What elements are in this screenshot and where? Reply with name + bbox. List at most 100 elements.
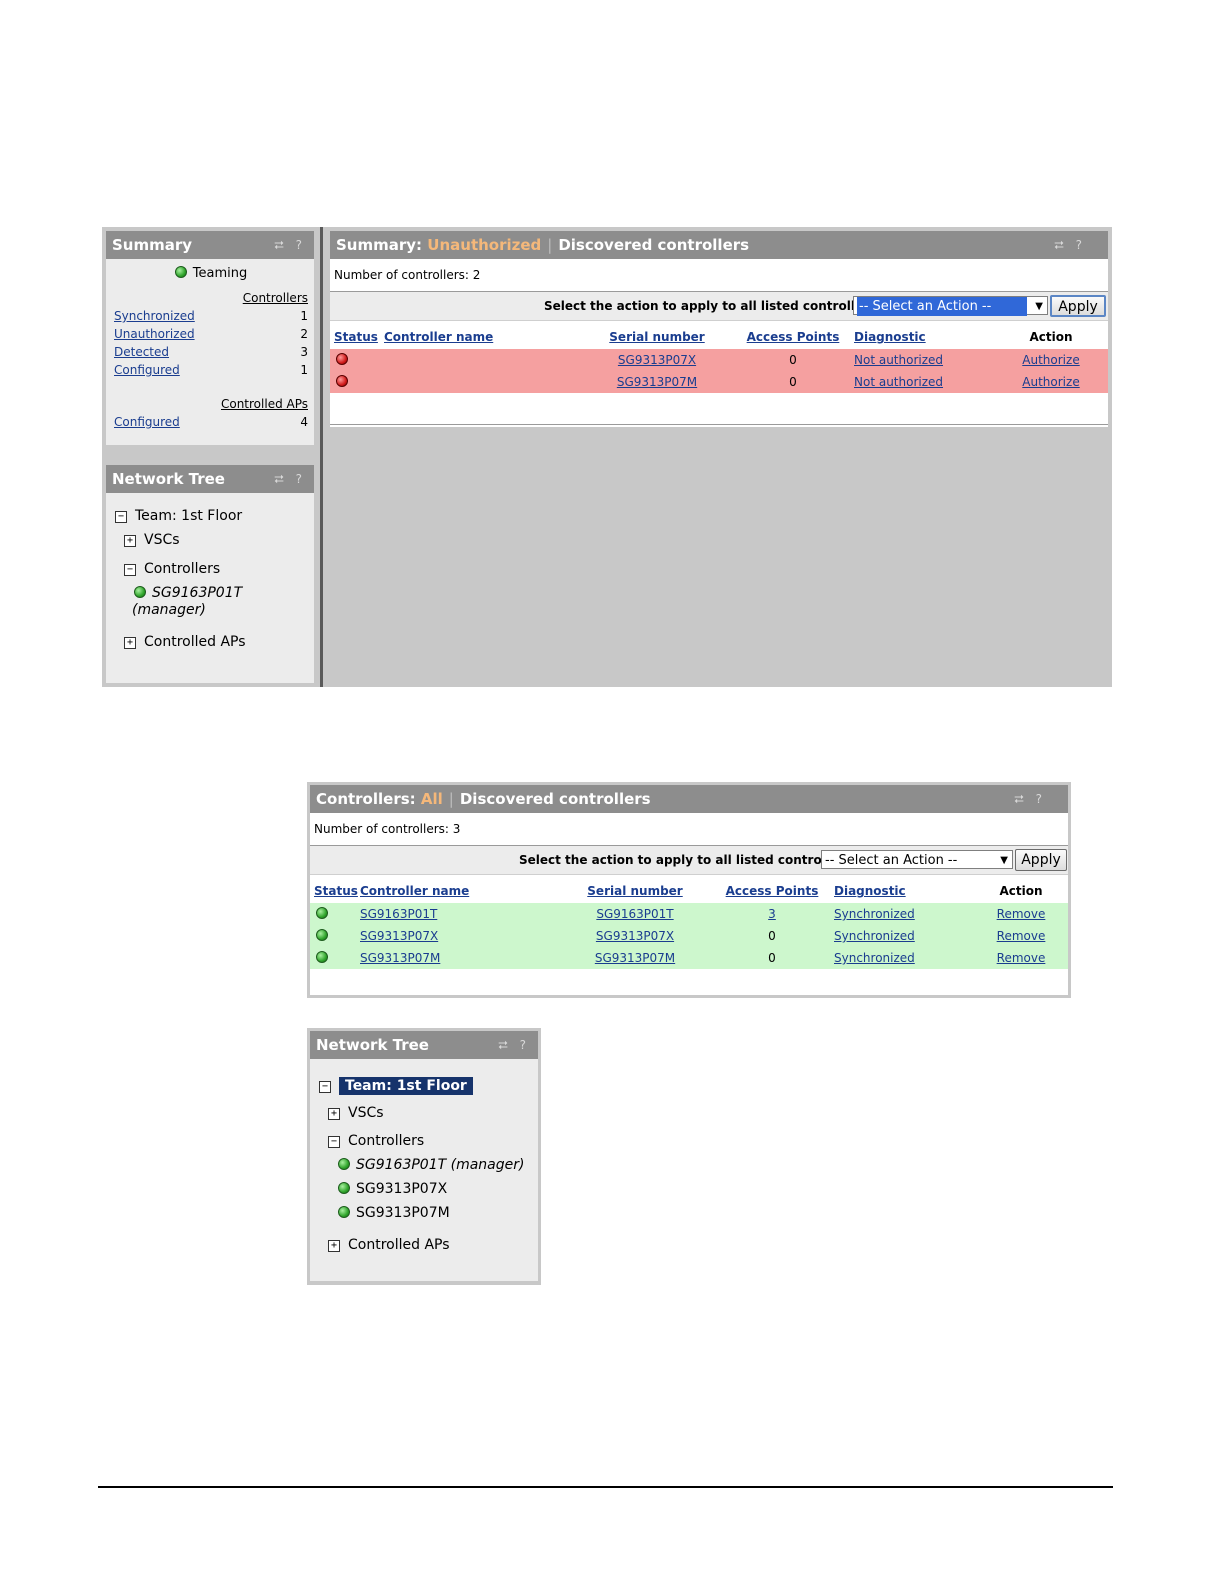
expand-icon[interactable]: +: [328, 1108, 340, 1120]
column-header-serial-number[interactable]: Serial number: [582, 325, 732, 349]
summary-count: 3: [300, 345, 308, 359]
table-row: SG9313P07M 0 Not authorized Authorize: [330, 371, 1108, 393]
tree-node-controller[interactable]: SG9313P07M: [338, 1205, 450, 1221]
column-header-controller-name[interactable]: Controller name: [384, 325, 582, 349]
collapse-icon[interactable]: −: [328, 1136, 340, 1148]
controller-name-link[interactable]: SG9313P07X: [360, 929, 438, 943]
serial-number-link[interactable]: SG9313P07X: [596, 929, 674, 943]
column-header-action: Action: [999, 884, 1043, 898]
tree-node-controllers[interactable]: − Controllers: [124, 561, 220, 577]
network-tree-header: Network Tree ⮂ ?: [310, 1031, 538, 1059]
remove-link[interactable]: Remove: [997, 929, 1046, 943]
tree-node-controller[interactable]: SG9313P07X: [338, 1181, 447, 1197]
diagnostic-link[interactable]: Not authorized: [854, 375, 943, 389]
panel-header-icons[interactable]: ⮂ ?: [498, 1031, 530, 1059]
apply-button[interactable]: Apply: [1050, 295, 1106, 317]
controller-name-link[interactable]: SG9313P07M: [360, 951, 440, 965]
apply-button[interactable]: Apply: [1015, 849, 1067, 871]
summary-count: 1: [300, 363, 308, 377]
title-separator: |: [547, 236, 553, 254]
diagnostic-link[interactable]: Synchronized: [834, 929, 915, 943]
column-header-access-points[interactable]: Access Points: [732, 325, 854, 349]
all-controllers-panel: Controllers: All | Discovered controllers …: [310, 785, 1068, 995]
collapse-icon[interactable]: −: [124, 564, 136, 576]
tab-unauthorized[interactable]: Unauthorized: [427, 236, 541, 254]
action-cell: Authorize: [994, 371, 1108, 393]
red-status-icon: [336, 353, 348, 365]
remove-link[interactable]: Remove: [997, 907, 1046, 921]
screenshot-unauthorized-view: Summary ⮂ ? Teaming Controllers Synchron…: [102, 227, 1112, 687]
summary-row: Configured 1: [114, 361, 308, 379]
serial-cell: SG9313P07X: [582, 349, 732, 371]
screenshot-network-tree-view: Network Tree ⮂ ? − Team: 1st Floor + VSCs …: [307, 1028, 541, 1285]
expand-icon[interactable]: +: [124, 637, 136, 649]
tree-node-controlled-aps[interactable]: + Controlled APs: [328, 1237, 450, 1253]
diagnostic-link[interactable]: Synchronized: [834, 907, 915, 921]
network-tree-title: Network Tree: [316, 1036, 429, 1054]
tab-discovered-controllers[interactable]: Discovered controllers: [460, 790, 651, 808]
summary-link-configured[interactable]: Configured: [114, 363, 180, 377]
column-header-serial-number[interactable]: Serial number: [560, 879, 710, 903]
diagnostic-link[interactable]: Synchronized: [834, 951, 915, 965]
table-row: SG9313P07X SG9313P07X 0 Synchronized Remove: [310, 925, 1068, 947]
diagnostic-link[interactable]: Not authorized: [854, 353, 943, 367]
column-header-controller-name[interactable]: Controller name: [360, 879, 560, 903]
tree-node-vscs[interactable]: + VSCs: [328, 1105, 384, 1121]
red-status-icon: [336, 375, 348, 387]
serial-number-link[interactable]: SG9163P01T: [596, 907, 673, 921]
network-tree-title: Network Tree: [112, 470, 225, 488]
remove-link[interactable]: Remove: [997, 951, 1046, 965]
panel-header-icons[interactable]: ⮂ ?: [274, 465, 306, 493]
tab-all[interactable]: All: [421, 790, 443, 808]
tab-discovered-controllers[interactable]: Discovered controllers: [558, 236, 749, 254]
summary-link-configured[interactable]: Configured: [114, 415, 180, 429]
summary-panel-title: Summary: [112, 236, 193, 254]
tree-node-vscs[interactable]: + VSCs: [124, 532, 180, 548]
action-bar: Select the action to apply to all listed…: [330, 292, 1108, 321]
serial-number-link[interactable]: SG9313P07X: [618, 353, 696, 367]
authorize-link[interactable]: Authorize: [1022, 353, 1079, 367]
tree-node-controller[interactable]: SG9163P01T (manager): [338, 1157, 524, 1173]
serial-number-link[interactable]: SG9313P07M: [617, 375, 697, 389]
action-select[interactable]: -- Select an Action -- ▼: [821, 850, 1013, 869]
column-header-status[interactable]: Status: [310, 879, 360, 903]
green-status-icon: [174, 266, 187, 278]
summary-link-unauthorized[interactable]: Unauthorized: [114, 327, 195, 341]
summary-link-synchronized[interactable]: Synchronized: [114, 309, 195, 323]
teaming-status: Teaming: [114, 259, 308, 289]
serial-number-link[interactable]: SG9313P07M: [595, 951, 675, 965]
expand-icon[interactable]: +: [124, 535, 136, 547]
authorize-link[interactable]: Authorize: [1022, 375, 1079, 389]
action-select[interactable]: -- Select an Action -- ▼: [853, 296, 1048, 316]
access-points-count: 0: [768, 951, 776, 965]
diagnostic-cell: Not authorized: [854, 349, 994, 371]
panel-header-icons[interactable]: ⮂ ?: [274, 231, 306, 259]
summary-row: Unauthorized 2: [114, 325, 308, 343]
access-points-count[interactable]: 3: [768, 907, 776, 921]
collapse-icon[interactable]: −: [115, 511, 127, 523]
panel-header: Controllers: All | Discovered controllers …: [310, 785, 1068, 813]
column-header-access-points[interactable]: Access Points: [710, 879, 834, 903]
panel-header-icons[interactable]: ⮂ ?: [1054, 231, 1086, 259]
summary-row: Configured 4: [114, 413, 308, 431]
tree-node-team[interactable]: − Team: 1st Floor: [115, 508, 242, 524]
table-row: SG9163P01T SG9163P01T 3 Synchronized Remove: [310, 903, 1068, 925]
action-cell: Authorize: [994, 349, 1108, 371]
access-points-cell: 0: [710, 925, 834, 947]
column-header-status[interactable]: Status: [330, 325, 384, 349]
chevron-down-icon: ▼: [1035, 301, 1043, 312]
tree-node-controllers[interactable]: − Controllers: [328, 1133, 424, 1149]
controller-name-link[interactable]: SG9163P01T: [360, 907, 437, 921]
expand-icon[interactable]: +: [328, 1240, 340, 1252]
column-header-diagnostic[interactable]: Diagnostic: [854, 325, 994, 349]
tree-node-manager[interactable]: SG9163P01T: [134, 585, 242, 601]
controllers-heading: Controllers: [242, 291, 308, 305]
collapse-icon[interactable]: −: [319, 1081, 331, 1093]
action-cell: Remove: [974, 925, 1068, 947]
panel-header-icons[interactable]: ⮂ ?: [1014, 785, 1046, 813]
diagnostic-cell: Synchronized: [834, 903, 974, 925]
tree-node-team[interactable]: − Team: 1st Floor: [319, 1077, 473, 1095]
summary-link-detected[interactable]: Detected: [114, 345, 169, 359]
tree-node-controlled-aps[interactable]: + Controlled APs: [124, 634, 246, 650]
column-header-diagnostic[interactable]: Diagnostic: [834, 879, 974, 903]
